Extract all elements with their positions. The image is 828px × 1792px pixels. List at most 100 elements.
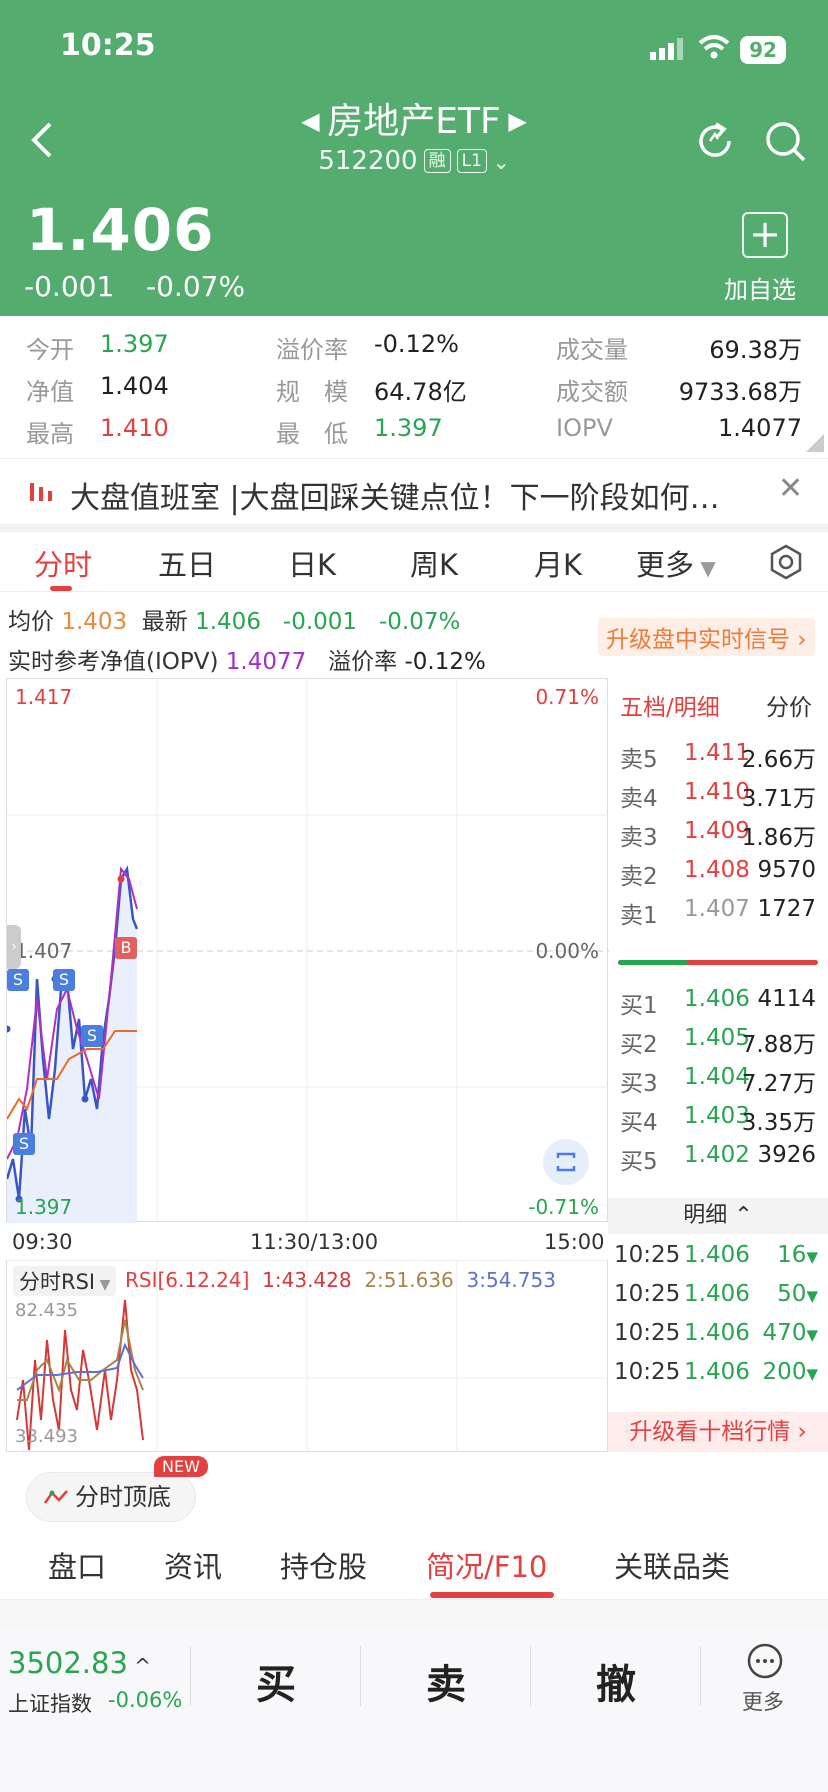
tab-related[interactable]: 关联品类 bbox=[614, 1544, 730, 1586]
index-value[interactable]: 3502.83 ^ bbox=[8, 1646, 151, 1680]
y-mid-label: 1.407 bbox=[15, 939, 73, 963]
level-price: 1.408 bbox=[684, 857, 750, 883]
trade-time: 10:25 bbox=[614, 1359, 681, 1385]
security-code: 512200 bbox=[318, 146, 418, 176]
signal-icon bbox=[650, 38, 683, 60]
tab-more[interactable]: 更多 ▼ bbox=[636, 542, 716, 584]
tab-news[interactable]: 资讯 bbox=[164, 1544, 222, 1586]
trade-volume: 470▼ bbox=[762, 1320, 818, 1346]
rsi-selector[interactable]: 分时RSI ▼ bbox=[13, 1266, 117, 1296]
level-tag: L1 bbox=[456, 149, 487, 173]
price-change-pct: -0.07% bbox=[146, 270, 246, 303]
buy-button[interactable]: 买 bbox=[256, 1652, 296, 1710]
sell-marker[interactable]: S bbox=[13, 1133, 35, 1155]
level-label: 买3 bbox=[620, 1071, 658, 1097]
add-watchlist-button[interactable]: + bbox=[742, 212, 788, 258]
intraday-top-bottom-button[interactable]: 分时顶底 bbox=[26, 1472, 196, 1522]
refresh-icon[interactable] bbox=[694, 120, 736, 162]
stats-panel: 今开 1.397 溢价率 -0.12% 成交量 69.38万 净值 1.404 规 模 64.78… bbox=[0, 316, 828, 458]
iopv-value: 1.4077 bbox=[225, 649, 307, 675]
upgrade-signal-button[interactable]: 升级盘中实时信号 › bbox=[598, 618, 815, 656]
latest-change-pct: -0.07% bbox=[379, 609, 461, 635]
tab-intraday[interactable]: 分时 bbox=[34, 542, 92, 584]
side-handle[interactable]: › bbox=[7, 925, 21, 969]
tab-five-level[interactable]: 五档/明细 bbox=[620, 688, 720, 722]
trend-icon bbox=[43, 1490, 68, 1504]
sell-marker[interactable]: S bbox=[7, 969, 29, 991]
tab-month-k[interactable]: 月K bbox=[534, 542, 582, 584]
stat-label: 溢价率 bbox=[276, 336, 348, 364]
add-watchlist-label[interactable]: 加自选 bbox=[724, 270, 796, 305]
stat-label: 今开 bbox=[26, 336, 74, 364]
avg-label: 均价 bbox=[8, 609, 54, 635]
divider bbox=[0, 1600, 828, 1628]
trade-price: 1.406 bbox=[684, 1242, 750, 1268]
stat-label: 净值 bbox=[26, 378, 74, 406]
level-label: 卖2 bbox=[620, 864, 658, 890]
level-label: 买5 bbox=[620, 1149, 658, 1175]
tab-price-dist[interactable]: 分价 bbox=[766, 688, 812, 722]
level-price: 1.409 bbox=[684, 818, 750, 844]
sell-marker[interactable]: S bbox=[81, 1025, 103, 1047]
news-banner[interactable]: 大盘值班室 |大盘回踩关键点位！下一阶段如何… ✕ bbox=[0, 458, 828, 524]
level-volume: 3.35万 bbox=[741, 1110, 816, 1136]
live-bars-icon bbox=[30, 483, 52, 501]
iopv-label: 实时参考净值(IOPV) bbox=[8, 649, 219, 675]
margin-tag: 融 bbox=[423, 149, 451, 173]
tab-five-day[interactable]: 五日 bbox=[158, 542, 216, 584]
quote-header: 10:25 92 ◀ 房地产ETF ▶ 512200 融 L1 ⌄ 1.406 -0.… bbox=[0, 0, 828, 316]
level-price: 1.405 bbox=[684, 1025, 750, 1051]
next-security-arrow-icon[interactable]: ▶ bbox=[501, 107, 526, 135]
intraday-chart[interactable]: 1.417 1.407 1.397 0.71% 0.00% -0.71% B S… bbox=[6, 678, 609, 1223]
more-label[interactable]: 更多 bbox=[742, 1686, 784, 1716]
premium-label: 溢价率 bbox=[328, 649, 398, 675]
security-name: 房地产ETF bbox=[327, 101, 501, 142]
upgrade-ten-level-button[interactable]: 升级看十档行情 › bbox=[608, 1412, 828, 1452]
stat-value: 64.78亿 bbox=[374, 378, 467, 406]
level-price: 1.404 bbox=[684, 1064, 750, 1090]
close-icon[interactable]: ✕ bbox=[778, 471, 803, 506]
stat-label: 成交额 bbox=[556, 378, 628, 406]
rsi-chart[interactable]: 分时RSI ▼ RSI[6.12.24] 1:43.428 2:51.636 3… bbox=[6, 1260, 609, 1452]
buy-marker[interactable]: B bbox=[115, 937, 137, 959]
cancel-order-button[interactable]: 撤 bbox=[596, 1652, 636, 1710]
level-label: 买4 bbox=[620, 1110, 658, 1136]
sell-marker[interactable]: S bbox=[53, 969, 75, 991]
trade-time: 10:25 bbox=[614, 1281, 681, 1307]
stat-value: 1.397 bbox=[100, 330, 169, 358]
search-icon[interactable] bbox=[764, 120, 808, 164]
x-axis-start: 09:30 bbox=[12, 1230, 73, 1254]
status-time: 10:25 bbox=[60, 28, 156, 63]
latest-label: 最新 bbox=[141, 609, 188, 635]
rsi-top-label: 82.435 bbox=[15, 1300, 78, 1321]
tab-f10[interactable]: 简况/F10 bbox=[426, 1544, 547, 1586]
trade-price: 1.406 bbox=[684, 1320, 750, 1346]
active-tab-indicator bbox=[50, 586, 72, 591]
level-price: 1.407 bbox=[684, 896, 750, 922]
y-bot-label: 1.397 bbox=[15, 1195, 73, 1219]
settings-icon[interactable] bbox=[768, 544, 804, 580]
level-volume: 7.88万 bbox=[741, 1032, 816, 1058]
tab-order-panel[interactable]: 盘口 bbox=[48, 1544, 106, 1586]
info-tabs: 盘口 资讯 持仓股 简况/F10 关联品类 bbox=[0, 1530, 828, 1600]
level-volume: 1.86万 bbox=[741, 825, 816, 851]
level-label: 买2 bbox=[620, 1032, 658, 1058]
fullscreen-icon[interactable] bbox=[543, 1139, 589, 1185]
detail-toggle[interactable]: 明细 ⌃ bbox=[608, 1198, 828, 1234]
tab-day-k[interactable]: 日K bbox=[288, 542, 336, 584]
stat-value: 1.4077 bbox=[718, 414, 802, 442]
stat-label: 成交量 bbox=[556, 336, 628, 364]
chevron-down-icon: ⌄ bbox=[492, 150, 510, 174]
index-name: 上证指数 bbox=[8, 1692, 92, 1716]
trade-price: 1.406 bbox=[684, 1281, 750, 1307]
sell-button[interactable]: 卖 bbox=[426, 1652, 466, 1710]
tab-holdings[interactable]: 持仓股 bbox=[280, 1544, 367, 1586]
current-price: 1.406 bbox=[26, 196, 215, 264]
tab-week-k[interactable]: 周K bbox=[410, 542, 458, 584]
latest-change: -0.001 bbox=[282, 609, 358, 635]
bottom-action-bar: 3502.83 ^ 上证指数 -0.06% 买 卖 撤 更多 bbox=[0, 1628, 828, 1792]
prev-security-arrow-icon[interactable]: ◀ bbox=[301, 107, 327, 135]
more-dots-icon[interactable] bbox=[746, 1642, 784, 1680]
expand-corner-icon[interactable] bbox=[806, 434, 824, 452]
y-top-label: 1.417 bbox=[15, 685, 73, 709]
